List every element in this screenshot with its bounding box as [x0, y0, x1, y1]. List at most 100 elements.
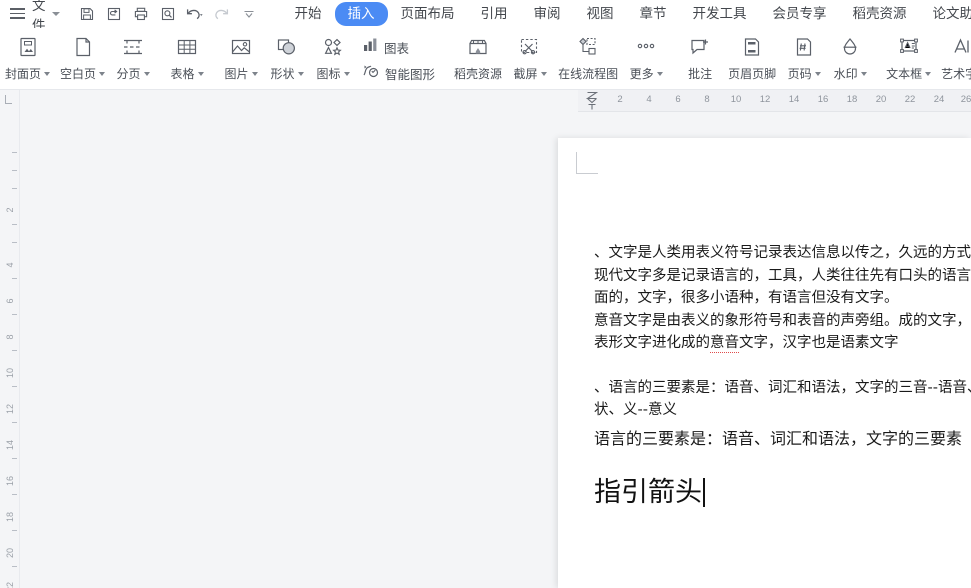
shapes-button[interactable]: 形状: [264, 30, 310, 82]
blank-page-button[interactable]: 空白页: [55, 30, 110, 82]
customize-chevron-icon[interactable]: [236, 2, 262, 26]
tab-thesis-helper[interactable]: 论文助: [920, 2, 971, 26]
save-as-icon[interactable]: [101, 2, 127, 26]
document-page[interactable]: 、文字是人类用表义符号记录表达信息以传之，久远的方式和 现代文字多是记录语言的，…: [558, 138, 971, 588]
tab-review[interactable]: 审阅: [521, 2, 574, 26]
cover-page-button[interactable]: 封面页: [0, 30, 55, 82]
horizontal-ruler[interactable]: 2 4 6 8 10 12 14 16 18 20 22 24 26: [578, 90, 971, 112]
tab-view[interactable]: 视图: [574, 2, 627, 26]
screenshot-icon: [516, 34, 544, 62]
header-footer-button[interactable]: 页眉页脚: [723, 30, 781, 82]
chevron-down-icon[interactable]: [143, 71, 150, 76]
chart-button[interactable]: 图表: [356, 34, 441, 60]
wordart-label: 艺术字: [941, 67, 971, 81]
vruler-tick: 18: [5, 512, 15, 523]
chevron-down-icon[interactable]: [51, 11, 60, 16]
comment-button[interactable]: 批注: [677, 30, 723, 82]
picture-icon: [228, 34, 254, 62]
watermark-button[interactable]: 水印: [827, 30, 873, 82]
chevron-down-icon[interactable]: [814, 71, 821, 76]
smartart-button[interactable]: 智能图形: [356, 60, 441, 86]
tab-start[interactable]: 开始: [282, 2, 335, 26]
docer-resource-icon: [464, 34, 492, 62]
page-break-button[interactable]: 分页: [110, 30, 156, 82]
hruler-tick: 2: [617, 94, 623, 105]
quick-access-toolbar: [74, 2, 262, 26]
chevron-down-icon[interactable]: [540, 71, 547, 76]
comment-label: 批注: [688, 67, 713, 81]
icons-button[interactable]: 图标: [310, 30, 356, 82]
vruler-tick: 2: [5, 207, 15, 213]
chevron-down-icon[interactable]: [925, 71, 932, 76]
hruler-tick: 18: [846, 94, 858, 105]
docer-resource-button[interactable]: 稻壳资源: [449, 30, 507, 82]
icons-label: 图标: [316, 67, 341, 81]
flowchart-button[interactable]: 在线流程图: [553, 30, 623, 82]
hruler-tick: 14: [788, 94, 800, 105]
shapes-label: 形状: [270, 67, 295, 81]
tab-page-layout[interactable]: 页面布局: [388, 2, 468, 26]
document-headline[interactable]: 指引箭头: [594, 476, 705, 510]
margin-corner-marker: [576, 152, 598, 174]
hruler-tick: 8: [704, 94, 710, 105]
ruler-corner-icon: [5, 95, 12, 104]
picture-button[interactable]: 图片: [218, 30, 264, 82]
blank-page-icon: [70, 34, 96, 62]
print-preview-icon[interactable]: [155, 2, 181, 26]
ribbon-group-annotations: 批注 页眉页脚 页码 水印: [677, 30, 873, 88]
undo-icon[interactable]: [182, 2, 208, 26]
doc-paragraph: 、语言的三要素是：语音、词汇和语法，文字的三音--语音、: [594, 379, 971, 396]
chart-icon: [362, 36, 379, 58]
wordart-button[interactable]: 艺术字: [936, 30, 971, 82]
chevron-down-icon[interactable]: [343, 71, 350, 76]
save-icon[interactable]: [74, 2, 100, 26]
vruler-tick: 20: [5, 548, 15, 559]
hruler-tick: 12: [759, 94, 771, 105]
hamburger-icon[interactable]: [10, 8, 25, 19]
doc-paragraph: 语言的三要素是：语音、词汇和语法，文字的三要素: [594, 428, 963, 448]
hruler-tick: 10: [730, 94, 742, 105]
vruler-tick: 10: [5, 368, 15, 379]
chart-label: 图表: [384, 41, 410, 56]
document-workspace: 2 4 6 8 10 12 14 16 18 20 22 2 4 6 8 10 …: [0, 90, 971, 588]
indent-marker-icon[interactable]: [585, 91, 599, 111]
print-icon[interactable]: [128, 2, 154, 26]
shapes-icon: [274, 34, 300, 62]
hruler-tick: 22: [904, 94, 916, 105]
more-dots-icon: [632, 34, 660, 62]
page-number-button[interactable]: 页码: [781, 30, 827, 82]
vruler-tick: 6: [5, 298, 15, 304]
doc-paragraph: 现代文字多是记录语言的，工具，人类往往先有口头的语言，: [594, 267, 971, 284]
cover-page-icon: [15, 34, 41, 62]
header-footer-label: 页眉页脚: [728, 67, 777, 81]
chevron-down-icon[interactable]: [860, 71, 867, 76]
tab-insert[interactable]: 插入: [334, 1, 388, 26]
tab-docer-resources[interactable]: 稻壳资源: [840, 2, 920, 26]
tab-references[interactable]: 引用: [468, 2, 521, 26]
chevron-down-icon[interactable]: [251, 71, 258, 76]
screenshot-button[interactable]: 截屏: [507, 30, 553, 82]
textbox-icon: [895, 34, 923, 62]
table-button[interactable]: 表格: [164, 30, 210, 82]
textbox-button[interactable]: 文本框: [881, 30, 936, 82]
picture-label: 图片: [224, 67, 249, 81]
tab-member-exclusive[interactable]: 会员专享: [760, 2, 840, 26]
more-button[interactable]: 更多: [623, 30, 669, 82]
tab-sections[interactable]: 章节: [627, 2, 680, 26]
chevron-down-icon[interactable]: [297, 71, 304, 76]
doc-paragraph: 面的，文字，很多小语种，有语言但没有文字。: [594, 290, 899, 306]
wps-writer-window: 文件 开始 插入 页面布局 引用 审阅 视图 章节 开发工具 会员专享 稻壳资源…: [0, 0, 971, 588]
chevron-down-icon[interactable]: [197, 71, 204, 76]
chevron-down-icon[interactable]: [44, 71, 51, 76]
tab-developer-tools[interactable]: 开发工具: [680, 2, 760, 26]
chevron-down-icon[interactable]: [656, 71, 663, 76]
wordart-icon: [951, 34, 971, 62]
redo-icon[interactable]: [209, 2, 235, 26]
headline-text: 指引箭头: [594, 477, 702, 508]
document-body-text[interactable]: 、文字是人类用表义符号记录表达信息以传之，久远的方式和 现代文字多是记录语言的，…: [594, 242, 971, 452]
table-icon: [174, 34, 200, 62]
vertical-ruler[interactable]: 2 4 6 8 10 12 14 16 18 20 22: [0, 90, 20, 588]
title-bar: 文件 开始 插入 页面布局 引用 审阅 视图 章节 开发工具 会员专享 稻壳资源…: [0, 0, 971, 33]
table-label: 表格: [170, 67, 195, 81]
chevron-down-icon[interactable]: [99, 71, 106, 76]
